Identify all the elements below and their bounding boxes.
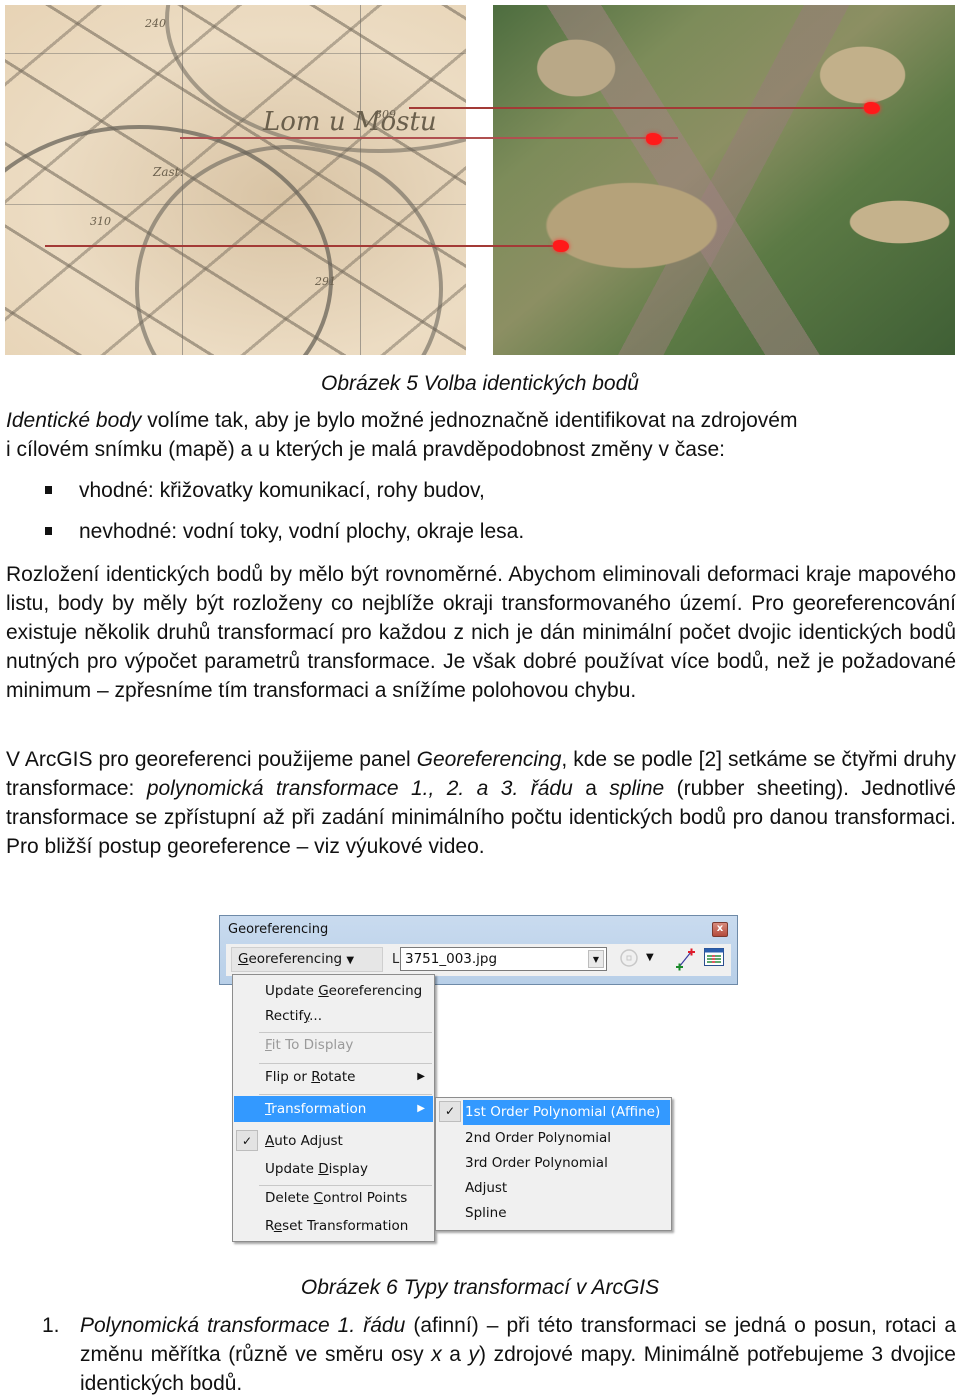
close-icon[interactable]: x [712,922,728,937]
intro-paragraph: Identické body volíme tak, aby je bylo m… [6,406,797,464]
georeferencing-dropdown-menu: Update Georeferencing Rectify... Fit To … [232,974,435,1242]
checkmark-icon: ✓ [439,1101,461,1122]
menu-item-transformation[interactable]: Transformation ▶ [234,1096,433,1122]
checkmark-icon: ✓ [236,1130,258,1151]
submenu-item-adjust[interactable]: Adjust [437,1176,670,1201]
figure-caption: Obrázek 5 Volba identických bodů [321,372,639,395]
chevron-down-icon: ▼ [346,955,355,966]
figure-caption: Obrázek 6 Typy transformací v ArcGIS [300,1276,660,1299]
chevron-down-icon[interactable]: ▼ [588,950,604,968]
view-link-table-icon[interactable] [704,948,724,970]
submenu-arrow-icon: ▶ [417,1103,425,1114]
menu-item-update-georeferencing[interactable]: Update Georeferencing [234,978,433,1004]
submenu-arrow-icon: ▶ [417,1071,425,1082]
georeferencing-menu-button[interactable]: Georeferencing ▼ [231,947,383,972]
toolbar: Georeferencing ▼ Layer: 3751_003.jpg ▼ ▼ [226,944,731,976]
menu-item-flip-or-rotate[interactable]: Flip or Rotate ▶ [234,1064,433,1090]
numbered-list-item: Polynomická transformace 1. řádu (afinní… [80,1314,957,1395]
historical-map-image: Lom u Mostu Zast. 310 309 291 240 [5,5,466,355]
bullet-text: nevhodné: vodní toky, vodní plochy, okra… [79,520,525,543]
add-control-points-icon[interactable] [674,946,698,976]
menu-item-fit-to-display: Fit To Display [265,1037,354,1053]
window-title: Georeferencing [228,922,329,937]
map-minor-label: 309 [375,108,396,121]
bullet-square-icon [45,527,52,535]
map-minor-label: 291 [315,275,336,288]
control-point-link-arrow [409,107,871,109]
transformation-submenu: ✓ 1st Order Polynomial (Affine) 2nd Orde… [435,1097,672,1231]
menu-item-rectify[interactable]: Rectify... [234,1003,433,1029]
bullet-text: vhodné: křižovatky komunikací, rohy budo… [79,479,485,502]
arcgis-paragraph: V ArcGIS pro georeferenci použijeme pane… [6,748,956,858]
control-point-link-arrow [45,245,562,247]
control-point-link-arrow [180,137,678,139]
control-point-marker [864,102,880,114]
map-minor-label: Zast. [153,165,184,179]
term-identical-points: Identické body [6,409,142,432]
submenu-item-spline[interactable]: Spline [437,1201,670,1226]
menu-item-delete-control-points[interactable]: Delete Control Points [234,1185,433,1211]
menu-item-update-display[interactable]: Update Display [234,1156,433,1182]
control-point-marker [553,240,569,252]
layer-select-value: 3751_003.jpg [405,951,498,967]
menu-item-reset-transformation[interactable]: Reset Transformation [234,1213,433,1239]
menu-item-auto-adjust[interactable]: ✓ Auto Adjust [234,1128,433,1154]
layer-select[interactable]: 3751_003.jpg ▼ [400,947,607,971]
rotate-icon[interactable] [618,947,640,969]
intro-text: i cílovém snímku (mapě) a u kterých je m… [6,438,725,461]
aerial-photo-image [493,5,955,355]
submenu-item-2nd-order-polynomial[interactable]: 2nd Order Polynomial [437,1126,670,1151]
submenu-item-3rd-order-polynomial[interactable]: 3rd Order Polynomial [437,1151,670,1176]
intro-text: volíme tak, aby je bylo možné jednoznačn… [141,409,798,432]
bullet-square-icon [45,486,52,494]
distribution-paragraph: Rozložení identických bodů by mělo být r… [6,563,956,702]
list-number: 1. [42,1314,60,1337]
map-minor-label: 240 [145,17,166,30]
submenu-item-1st-order-polynomial[interactable]: 1st Order Polynomial (Affine) [463,1100,670,1125]
map-place-label: Lom u Mostu [263,107,437,137]
map-minor-label: 310 [90,215,111,228]
chevron-down-icon[interactable]: ▼ [646,952,654,963]
menu-separator [259,1094,432,1095]
control-point-marker [646,133,662,145]
